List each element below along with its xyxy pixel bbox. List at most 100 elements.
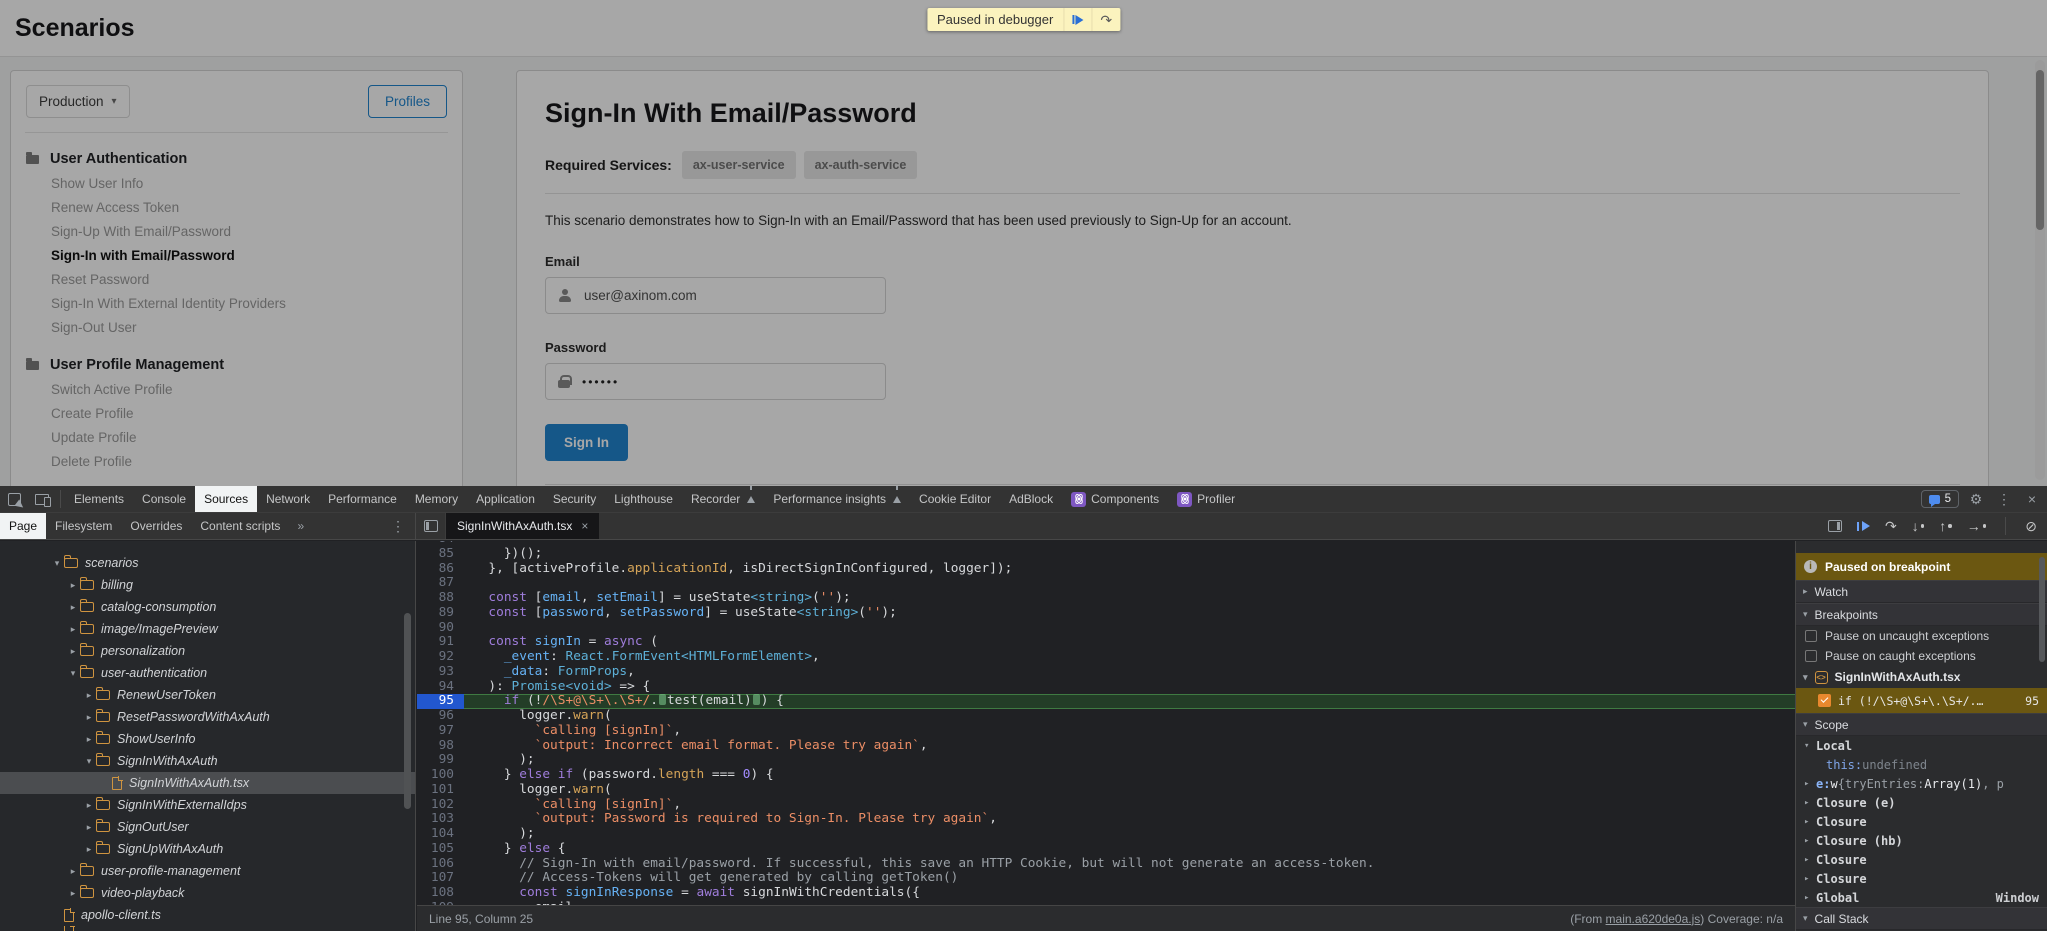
tab-elements[interactable]: Elements (65, 486, 133, 512)
tab-adblock[interactable]: AdBlock (1000, 486, 1062, 512)
navigator-menu-button[interactable]: ⋮ (391, 518, 405, 535)
navigator-tab-page[interactable]: Page (0, 513, 46, 539)
navigator-tab-overrides[interactable]: Overrides (121, 513, 191, 539)
breakpoint-file-group[interactable]: ▾ <> SignInWithAxAuth.tsx (1796, 666, 2047, 688)
sidebar-scrollbar[interactable] (2039, 557, 2045, 662)
scope-closure[interactable]: ▸Closure (1796, 850, 2047, 869)
line-number[interactable]: 88 (417, 591, 464, 606)
line-number[interactable]: 100 (417, 768, 464, 783)
tree-folder-user-profile-management[interactable]: ▸user-profile-management (0, 860, 415, 882)
issues-counter[interactable]: 5 (1921, 490, 1959, 508)
line-number[interactable]: 92 (417, 650, 464, 665)
line-number[interactable]: 95 (417, 694, 464, 709)
line-number[interactable]: 103 (417, 812, 464, 827)
tab-lighthouse[interactable]: Lighthouse (605, 486, 682, 512)
code-line[interactable]: 99 ); (417, 753, 1795, 768)
scope-closure-hb-[interactable]: ▸Closure (hb) (1796, 831, 2047, 850)
checkbox-unchecked[interactable] (1805, 650, 1817, 662)
tab-recorder[interactable]: Recorder (682, 486, 764, 512)
tab-cookie-editor[interactable]: Cookie Editor (910, 486, 1000, 512)
code-line[interactable]: 96 logger.warn( (417, 709, 1795, 724)
editor-tab-signinwithaxauth[interactable]: SignInWithAxAuth.tsx × (446, 513, 599, 539)
code-line[interactable]: 89 const [password, setPassword] = useSt… (417, 606, 1795, 621)
line-number[interactable]: 105 (417, 842, 464, 857)
tree-folder-video-playback[interactable]: ▸video-playback (0, 882, 415, 904)
code-line[interactable]: 104 ); (417, 827, 1795, 842)
tab-components[interactable]: Components (1062, 486, 1168, 512)
tree-file-signinwithaxauth-tsx[interactable]: SignInWithAxAuth.tsx (0, 772, 415, 794)
line-number[interactable]: 85 (417, 547, 464, 562)
line-number[interactable]: 99 (417, 753, 464, 768)
step-button[interactable]: → (1967, 519, 1987, 533)
code-editor[interactable]: 8485 })();86 }, [activeProfile.applicati… (417, 541, 1795, 931)
scope-local[interactable]: ▾Local (1796, 736, 2047, 755)
sourcemap-origin-link[interactable]: main.a620de0a.js (1606, 912, 1701, 926)
code-line[interactable]: 87 (417, 576, 1795, 591)
scope-global[interactable]: ▸GlobalWindow (1796, 888, 2047, 907)
code-line[interactable]: 90 (417, 621, 1795, 636)
close-devtools-button[interactable]: × (2021, 491, 2043, 507)
code-line[interactable]: 108 const signInResponse = await signInW… (417, 886, 1795, 901)
tree-folder-scenarios[interactable]: ▾scenarios (0, 552, 415, 574)
line-number[interactable]: 102 (417, 798, 464, 813)
tree-folder-catalog-consumption[interactable]: ▸catalog-consumption (0, 596, 415, 618)
code-line[interactable]: 97 `calling [signIn]`, (417, 724, 1795, 739)
line-number[interactable]: 90 (417, 621, 464, 636)
breakpoint-entry[interactable]: if (!/\S+@\S+\.\S+/.… 95 (1796, 688, 2047, 713)
tree-folder-signupwithaxauth[interactable]: ▸SignUpWithAxAuth (0, 838, 415, 860)
scope-closure[interactable]: ▸Closure (1796, 812, 2047, 831)
tree-file-partial[interactable] (0, 926, 415, 931)
tree-folder-signinwithaxauth[interactable]: ▾SignInWithAxAuth (0, 750, 415, 772)
step-out-button[interactable]: ↑ (1939, 519, 1952, 533)
tree-folder-billing[interactable]: ▸billing (0, 574, 415, 596)
tab-application[interactable]: Application (467, 486, 544, 512)
breakpoint-checkbox-checked[interactable] (1818, 694, 1831, 707)
line-number[interactable]: 107 (417, 871, 464, 886)
tab-console[interactable]: Console (133, 486, 195, 512)
line-number[interactable]: 93 (417, 665, 464, 680)
code-line[interactable]: 105 } else { (417, 842, 1795, 857)
line-number[interactable]: 87 (417, 576, 464, 591)
tree-folder-signoutuser[interactable]: ▸SignOutUser (0, 816, 415, 838)
scope-section-header[interactable]: ▾ Scope (1796, 713, 2047, 736)
line-number[interactable]: 98 (417, 739, 464, 754)
tree-folder-personalization[interactable]: ▸personalization (0, 640, 415, 662)
inspect-element-button[interactable] (0, 486, 28, 512)
tree-folder-user-authentication[interactable]: ▾user-authentication (0, 662, 415, 684)
pause-uncaught-exceptions-row[interactable]: Pause on uncaught exceptions (1796, 626, 2047, 646)
current-execution-line[interactable]: 95 if (!/\S+@\S+\.\S+/.test(email)) { (417, 694, 1795, 709)
tree-folder-signinwithexternalidps[interactable]: ▸SignInWithExternalIdps (0, 794, 415, 816)
tab-memory[interactable]: Memory (406, 486, 467, 512)
tab-security[interactable]: Security (544, 486, 605, 512)
tree-folder-showuserinfo[interactable]: ▸ShowUserInfo (0, 728, 415, 750)
navigator-tab-content-scripts[interactable]: Content scripts (191, 513, 289, 539)
code-line[interactable]: 102 `calling [signIn]`, (417, 798, 1795, 813)
navigator-tab-filesystem[interactable]: Filesystem (46, 513, 121, 539)
code-line[interactable]: 92 _event: React.FormEvent<HTMLFormEleme… (417, 650, 1795, 665)
devtools-menu-button[interactable]: ⋮ (1993, 491, 2015, 508)
toggle-debugger-sidebar-button[interactable] (1828, 520, 1842, 532)
line-number[interactable]: 86 (417, 562, 464, 577)
tree-file-apollo-client-ts[interactable]: apollo-client.ts (0, 904, 415, 926)
code-line[interactable]: 106 // Sign-In with email/password. If s… (417, 857, 1795, 872)
line-number[interactable]: 89 (417, 606, 464, 621)
tree-folder-resetpasswordwithaxauth[interactable]: ▸ResetPasswordWithAxAuth (0, 706, 415, 728)
tab-profiler[interactable]: Profiler (1168, 486, 1244, 512)
navigator-scrollbar[interactable] (404, 613, 411, 809)
step-location-marker[interactable] (659, 694, 666, 705)
step-location-marker[interactable] (753, 694, 760, 705)
scope-variable-e[interactable]: ▸e: w {tryEntries: Array(1), p (1796, 774, 2047, 793)
tab-network[interactable]: Network (257, 486, 319, 512)
tree-folder-partial[interactable]: ▸ (0, 541, 415, 552)
tab-performance-insights[interactable]: Performance insights (764, 486, 910, 512)
tree-folder-renewusertoken[interactable]: ▸RenewUserToken (0, 684, 415, 706)
tree-folder-image-imagepreview[interactable]: ▸image/ImagePreview (0, 618, 415, 640)
line-number[interactable]: 94 (417, 680, 464, 695)
scope-closure[interactable]: ▸Closure (1796, 869, 2047, 888)
line-number[interactable]: 96 (417, 709, 464, 724)
code-line[interactable]: 101 logger.warn( (417, 783, 1795, 798)
code-line[interactable]: 107 // Access-Tokens will get generated … (417, 871, 1795, 886)
line-number[interactable]: 104 (417, 827, 464, 842)
code-line[interactable]: 94 ): Promise<void> => { (417, 680, 1795, 695)
toggle-navigator-button[interactable] (416, 513, 446, 539)
